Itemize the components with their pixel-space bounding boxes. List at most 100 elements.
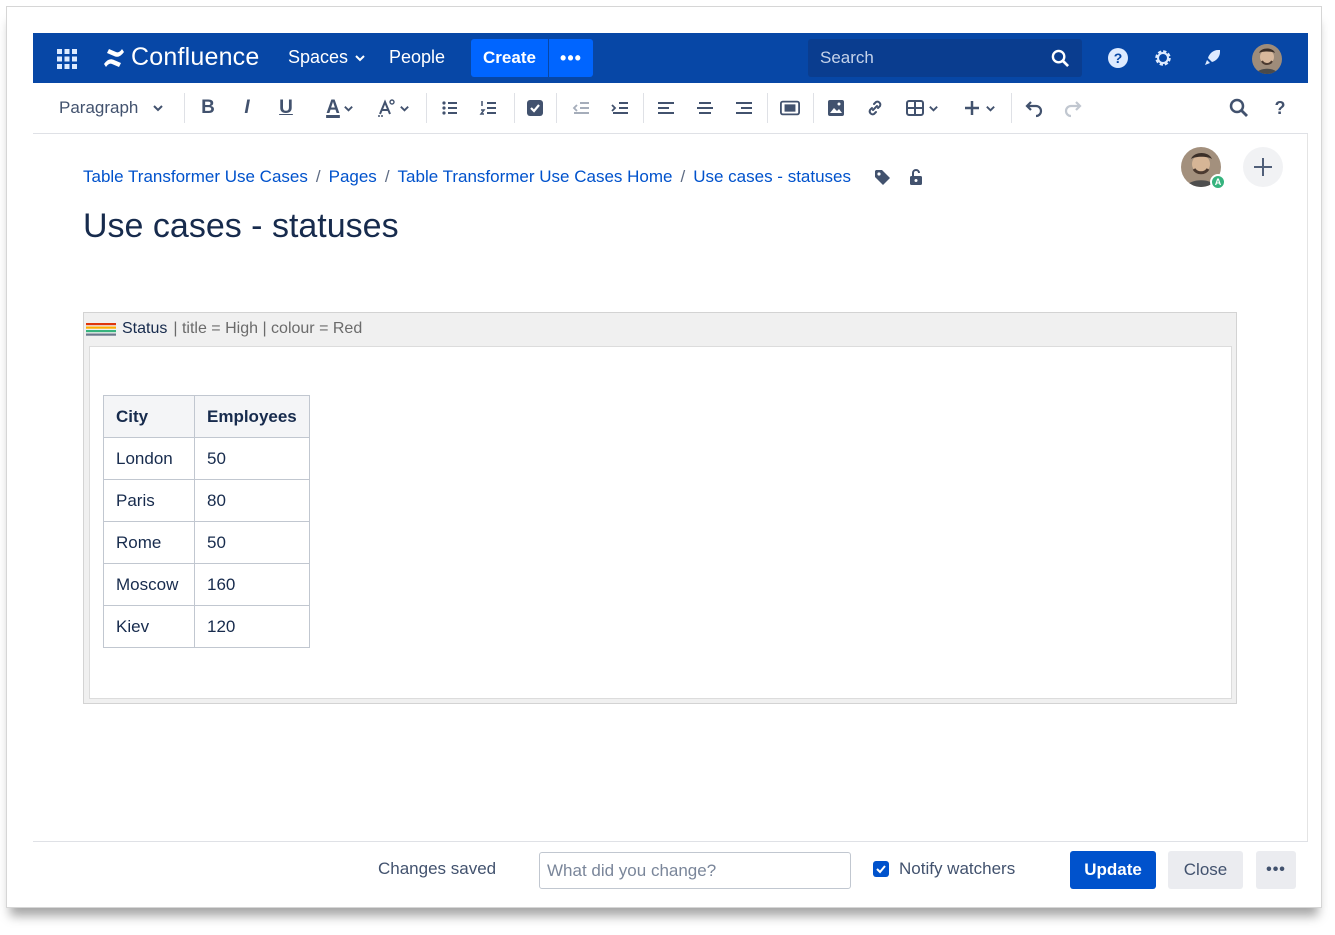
align-left-button[interactable] [655, 95, 677, 121]
search-placeholder: Search [820, 48, 874, 67]
table-cell[interactable]: Moscow [103, 563, 195, 606]
settings-gear-icon[interactable] [1151, 46, 1175, 70]
search-input[interactable]: Search [808, 39, 1082, 77]
table-cell[interactable]: Paris [103, 479, 195, 522]
table-row: Kiev 120 [103, 605, 310, 648]
breadcrumb-pages[interactable]: Pages [329, 167, 377, 187]
breadcrumb-current-page[interactable]: Use cases - statuses [693, 167, 851, 187]
indent-button[interactable] [609, 95, 631, 121]
macro-body[interactable]: City Employees London 50 Paris 80 Rome 5… [89, 346, 1232, 699]
text-format-dropdown[interactable] [373, 95, 413, 121]
undo-button[interactable] [1023, 95, 1045, 121]
logo-text: Confluence [131, 43, 260, 71]
nav-spaces[interactable]: Spaces [288, 47, 366, 68]
breadcrumb-space[interactable]: Table Transformer Use Cases [83, 167, 308, 187]
app-switcher-icon[interactable] [55, 47, 79, 71]
table-cell[interactable]: 80 [194, 479, 310, 522]
breadcrumb-separator: / [384, 167, 390, 186]
italic-label: I [244, 97, 250, 118]
underline-label: U [279, 97, 293, 118]
window-frame: Confluence Spaces People Create ••• Sear… [6, 6, 1322, 908]
avatar-badge: A [1210, 174, 1226, 190]
insert-more-dropdown[interactable] [958, 95, 1000, 121]
align-center-button[interactable] [694, 95, 716, 121]
page-title[interactable]: Use cases - statuses [83, 207, 399, 246]
breadcrumb-home[interactable]: Table Transformer Use Cases Home [398, 167, 673, 187]
create-button[interactable]: Create [471, 39, 548, 77]
text-color-dropdown[interactable]: A [320, 95, 360, 121]
paragraph-style-label: Paragraph [59, 98, 139, 117]
nav-spaces-label: Spaces [288, 47, 349, 67]
insert-table-dropdown[interactable] [902, 95, 942, 121]
label-tag-icon[interactable] [873, 168, 891, 186]
table-cell[interactable]: 50 [194, 437, 310, 480]
bullet-list-icon [442, 101, 457, 115]
plus-icon [965, 101, 979, 115]
data-table[interactable]: City Employees London 50 Paris 80 Rome 5… [103, 395, 310, 648]
close-button[interactable]: Close [1168, 851, 1243, 889]
confluence-logo[interactable]: Confluence [101, 43, 259, 72]
column-header-city[interactable]: City [103, 395, 195, 438]
status-macro-placeholder[interactable]: Status | title = High | colour = Red Cit… [83, 312, 1237, 704]
insert-image-button[interactable] [825, 95, 847, 121]
collaborator-avatar[interactable]: A [1181, 147, 1226, 190]
table-cell[interactable]: 120 [194, 605, 310, 648]
invite-collaborator-button[interactable] [1243, 147, 1283, 187]
toolbar-divider [1011, 93, 1012, 123]
bullet-list-button[interactable] [439, 95, 461, 121]
insert-link-button[interactable] [864, 95, 886, 121]
notifications-rocket-icon[interactable] [1200, 46, 1224, 70]
more-actions-button[interactable]: ••• [1256, 851, 1296, 889]
italic-button[interactable]: I [237, 95, 257, 121]
help-icon[interactable]: ? [1106, 46, 1130, 70]
table-cell[interactable]: 160 [194, 563, 310, 606]
align-right-button[interactable] [733, 95, 755, 121]
save-status: Changes saved [378, 859, 497, 878]
outdent-icon [572, 102, 589, 114]
outdent-button[interactable] [570, 95, 592, 121]
create-more-button[interactable]: ••• [549, 39, 593, 77]
toolbar-divider [426, 93, 427, 123]
table-header-row: City Employees [103, 395, 310, 438]
unlocked-restrictions-icon[interactable] [907, 168, 925, 186]
notify-watchers-checkbox[interactable]: Notify watchers [873, 859, 1015, 879]
search-icon [1229, 98, 1248, 117]
table-row: Rome 50 [103, 521, 310, 564]
column-header-employees[interactable]: Employees [194, 395, 310, 438]
toolbar-divider [514, 93, 515, 123]
user-avatar[interactable] [1252, 44, 1282, 74]
notify-watchers-label: Notify watchers [899, 859, 1016, 878]
question-mark-icon: ? [1275, 98, 1286, 118]
update-button[interactable]: Update [1070, 851, 1156, 889]
table-row: Moscow 160 [103, 563, 310, 606]
indent-icon [611, 102, 628, 114]
redo-button[interactable] [1062, 95, 1084, 121]
underline-button[interactable]: U [275, 95, 297, 121]
macro-header[interactable]: Status | title = High | colour = Red [84, 313, 1236, 345]
table-cell[interactable]: 50 [194, 521, 310, 564]
checkbox-icon [527, 100, 543, 116]
page-layout-button[interactable] [778, 95, 802, 121]
chevron-down-icon [986, 105, 995, 112]
find-replace-button[interactable] [1228, 95, 1250, 121]
bold-button[interactable]: B [198, 95, 218, 121]
keyboard-help-button[interactable]: ? [1270, 95, 1290, 121]
svg-text:?: ? [1275, 98, 1286, 118]
numbered-list-button[interactable] [478, 95, 500, 121]
redo-icon [1064, 101, 1082, 118]
nav-people[interactable]: People [389, 47, 445, 68]
version-comment-input[interactable] [539, 852, 851, 889]
chevron-down-icon [929, 105, 938, 112]
table-row: London 50 [103, 437, 310, 480]
bold-label: B [201, 97, 215, 118]
paragraph-style-dropdown[interactable]: Paragraph [59, 95, 164, 121]
task-list-button[interactable] [524, 95, 546, 121]
table-row: Paris 80 [103, 479, 310, 522]
table-cell[interactable]: Rome [103, 521, 195, 564]
table-cell[interactable]: Kiev [103, 605, 195, 648]
chevron-down-icon [355, 54, 365, 61]
table-cell[interactable]: London [103, 437, 195, 480]
toolbar-divider [767, 93, 768, 123]
toolbar-divider [556, 93, 557, 123]
checkbox-checked-icon[interactable] [873, 861, 889, 877]
